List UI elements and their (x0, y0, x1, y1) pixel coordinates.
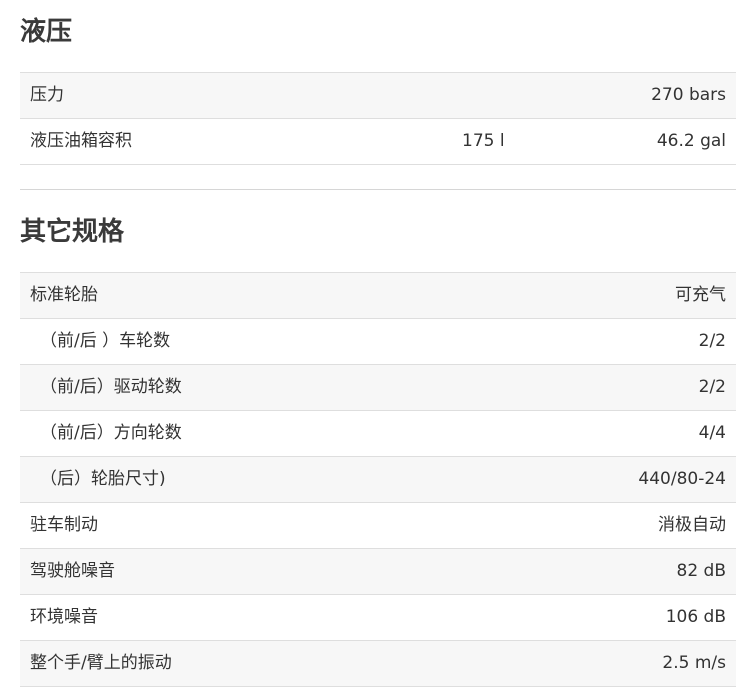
spec-row-standard-tires: 标准轮胎 可充气 (20, 273, 736, 319)
section-divider (20, 165, 736, 190)
spec-row-parking-brake: 驻车制动 消极自动 (20, 503, 736, 549)
spec-row-pressure: 压力 270 bars (20, 73, 736, 119)
spec-label: 整个手/臂上的振动 (30, 653, 172, 673)
spec-row-ambient-noise: 环境噪音 106 dB (20, 595, 736, 641)
spec-row-oil-tank-capacity: 液压油箱容积 175 l 46.2 gal (20, 119, 736, 165)
spec-label: 驻车制动 (30, 515, 98, 535)
spec-value: 4/4 (698, 423, 726, 443)
spec-row-wheel-count: （前/后 ）车轮数 2/2 (20, 319, 736, 365)
spec-label: 液压油箱容积 (30, 131, 132, 151)
spec-label: （前/后）驱动轮数 (40, 377, 182, 397)
spec-value: 2/2 (698, 377, 726, 397)
other-specs-section: 其它规格 标准轮胎 可充气 （前/后 ）车轮数 2/2 （前/后）驱动轮数 2/… (20, 190, 736, 687)
other-specs-table: 标准轮胎 可充气 （前/后 ）车轮数 2/2 （前/后）驱动轮数 2/2 （前/… (20, 272, 736, 687)
spec-value: 2/2 (698, 331, 726, 351)
spec-row-drive-wheels: （前/后）驱动轮数 2/2 (20, 365, 736, 411)
spec-row-rear-tire-size: （后）轮胎尺寸) 440/80-24 (20, 457, 736, 503)
spec-value: 82 dB (676, 561, 727, 581)
spec-label: （前/后 ）车轮数 (40, 331, 171, 351)
spec-value: 消极自动 (658, 515, 726, 535)
spec-value: 440/80-24 (638, 469, 726, 489)
other-specs-heading: 其它规格 (20, 217, 125, 247)
spec-row-steering-wheels: （前/后）方向轮数 4/4 (20, 411, 736, 457)
spec-value: 2.5 m/s (662, 653, 726, 673)
spec-label: 环境噪音 (30, 607, 98, 627)
spec-label: （后）轮胎尺寸) (40, 469, 166, 489)
hydraulics-heading: 液压 (20, 17, 73, 47)
spec-value: 可充气 (675, 285, 726, 305)
spec-label: 标准轮胎 (30, 285, 98, 305)
spec-row-cab-noise: 驾驶舱噪音 82 dB (20, 549, 736, 595)
spec-value: 106 dB (665, 607, 726, 627)
spec-value-metric: 175 l (462, 131, 505, 151)
spec-label: 压力 (30, 85, 64, 105)
spec-label: 驾驶舱噪音 (30, 561, 115, 581)
spec-label: （前/后）方向轮数 (40, 423, 182, 443)
spec-value: 270 bars (651, 85, 726, 105)
spec-value-imperial: 46.2 gal (656, 131, 726, 151)
spec-row-hand-arm-vibration: 整个手/臂上的振动 2.5 m/s (20, 641, 736, 687)
hydraulics-section: 液压 压力 270 bars 液压油箱容积 175 l 46.2 gal (20, 0, 736, 190)
hydraulics-table: 压力 270 bars 液压油箱容积 175 l 46.2 gal (20, 72, 736, 165)
